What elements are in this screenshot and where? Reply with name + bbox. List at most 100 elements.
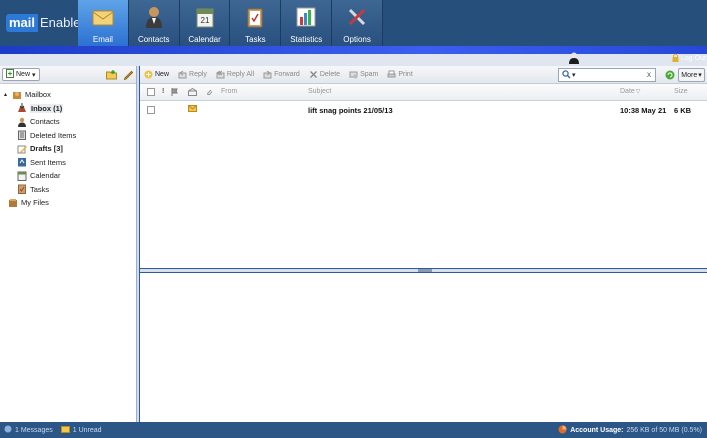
tree-item-label: Sent Items: [30, 157, 66, 167]
user-icon[interactable]: [569, 52, 579, 64]
from-column-header[interactable]: From: [221, 88, 237, 95]
splitter-grip[interactable]: [418, 269, 432, 272]
person-icon: [142, 5, 166, 29]
chevron-down-icon: ▾: [698, 72, 702, 79]
folder-toolbar: New ▾: [0, 66, 136, 84]
nav-tab-email[interactable]: Email: [78, 0, 129, 48]
drafts-icon: [17, 144, 27, 154]
tree-item-mailbox[interactable]: ▴ Mailbox: [4, 88, 136, 102]
svg-text:21: 21: [200, 16, 209, 25]
tree-item-my-files[interactable]: My Files: [4, 196, 136, 210]
edit-pencil-icon[interactable]: [123, 69, 135, 81]
preview-splitter[interactable]: [140, 268, 707, 273]
print-label: Print: [398, 71, 413, 78]
unread-envelope-icon: [60, 425, 70, 435]
spam-label: Spam: [360, 71, 379, 78]
new-message-button[interactable]: New: [144, 70, 169, 79]
forward-label: Forward: [274, 71, 300, 78]
nav-tab-options[interactable]: Options: [332, 0, 383, 48]
tree-item-deleted-items[interactable]: Deleted Items: [4, 129, 136, 143]
spam-button[interactable]: Spam: [349, 70, 378, 79]
usage-value: 256 KB of 50 MB (0.5%): [626, 427, 702, 434]
tree-item-label: Inbox (1): [30, 103, 64, 113]
nav-tab-label: Email: [92, 35, 113, 44]
clear-search-icon[interactable]: x: [647, 70, 651, 79]
logo-mail-text: mail: [6, 14, 39, 32]
logout-link[interactable]: Log Out: [672, 53, 706, 64]
date-column-label: Date: [620, 88, 635, 95]
unread-count-text: 1 Unread: [72, 426, 102, 434]
nav-tab-contacts[interactable]: Contacts: [129, 0, 180, 48]
message-checkbox[interactable]: [147, 106, 155, 114]
reply-button[interactable]: Reply: [178, 70, 207, 79]
spam-icon: [349, 70, 358, 79]
sort-descending-icon: ▽: [635, 89, 641, 95]
nav-tab-tasks[interactable]: Tasks: [230, 0, 282, 48]
importance-column-icon[interactable]: !: [162, 88, 164, 95]
nav-tab-statistics[interactable]: Statistics: [281, 0, 333, 48]
reply-label: Reply: [189, 71, 207, 78]
search-input[interactable]: ▾ x: [558, 68, 656, 82]
new-folder-menu-button[interactable]: New ▾: [2, 68, 40, 81]
chevron-down-icon: ▾: [32, 71, 36, 79]
calendar-icon: 21: [193, 5, 217, 29]
read-status-column-icon[interactable]: [188, 87, 197, 98]
unread-count: 1 Unread: [60, 425, 102, 435]
add-folder-icon[interactable]: [106, 69, 118, 81]
envelope-icon: [91, 5, 115, 29]
message-date: 10:38 May 21: [620, 106, 667, 115]
usage-label: Account Usage:: [570, 427, 624, 434]
message-toolbar: New Reply Reply All Forward Delete Spam …: [140, 66, 707, 84]
tree-item-contacts[interactable]: Contacts: [4, 115, 136, 129]
tree-item-label: Tasks: [30, 184, 50, 194]
more-menu-button[interactable]: More ▾: [678, 68, 705, 82]
message-row[interactable]: lift snag points 21/05/13 10:38 May 21 6…: [140, 101, 707, 118]
tree-item-sent-items[interactable]: Sent Items: [4, 156, 136, 170]
subject-column-header[interactable]: Subject: [308, 88, 331, 95]
message-area: New Reply Reply All Forward Delete Spam …: [140, 66, 707, 422]
date-column-header[interactable]: Date ▽: [620, 88, 640, 95]
attachment-column-icon[interactable]: [205, 88, 213, 98]
mailenable-logo: mail Enable: [6, 14, 81, 32]
collapse-icon[interactable]: ▴: [4, 91, 9, 98]
tree-item-calendar[interactable]: Calendar: [4, 169, 136, 183]
forward-button[interactable]: Forward: [263, 70, 300, 79]
reply-all-button[interactable]: Reply All: [216, 70, 254, 79]
size-column-header[interactable]: Size: [674, 88, 688, 95]
reply-icon: [178, 70, 187, 79]
nav-tab-calendar[interactable]: 21 Calendar: [180, 0, 231, 48]
message-size: 6 KB: [674, 106, 692, 115]
refresh-icon[interactable]: [665, 70, 675, 80]
more-label: More: [681, 71, 698, 79]
message-subject: lift snag points 21/05/13: [308, 106, 393, 115]
account-usage: Account Usage: 256 KB of 50 MB (0.5%): [558, 425, 702, 436]
nav-tab-label: Tasks: [245, 35, 266, 44]
tree-item-drafts[interactable]: Drafts [3]: [4, 142, 136, 156]
tree-item-label: Drafts [3]: [30, 144, 63, 154]
flag-column-icon[interactable]: [171, 88, 179, 98]
select-all-checkbox[interactable]: [147, 88, 155, 96]
lock-icon: [672, 53, 679, 64]
files-icon: [8, 198, 18, 208]
logout-label: Log Out: [681, 55, 706, 62]
tree-item-label: Mailbox: [25, 90, 51, 100]
folder-panel: New ▾ ▴ Mailbox Inbox (1) Contacts Delet…: [0, 66, 137, 422]
search-dropdown-icon[interactable]: ▾: [572, 71, 576, 79]
print-button[interactable]: Print: [387, 70, 413, 79]
tree-item-label: Deleted Items: [30, 130, 77, 140]
bar-chart-icon: [294, 5, 318, 29]
status-strip: [0, 54, 707, 66]
new-button-label: New: [16, 71, 31, 78]
main-nav: Email Contacts 21 Calendar Tasks Statist…: [78, 0, 383, 48]
tree-item-tasks[interactable]: Tasks: [4, 183, 136, 197]
logo-enable-text: Enable: [40, 15, 81, 30]
usage-pie-icon: [558, 425, 567, 436]
delete-x-icon: [309, 70, 318, 79]
tree-item-inbox[interactable]: Inbox (1): [4, 102, 136, 116]
app-header: mail Enable Email Contacts 21 Calendar T…: [0, 0, 707, 48]
tasks-icon: [17, 184, 27, 195]
new-message-label: New: [155, 71, 170, 78]
clipboard-icon: [243, 5, 267, 29]
delete-button[interactable]: Delete: [309, 70, 340, 79]
message-list-header: ! From Subject Date ▽ Size: [140, 84, 707, 101]
